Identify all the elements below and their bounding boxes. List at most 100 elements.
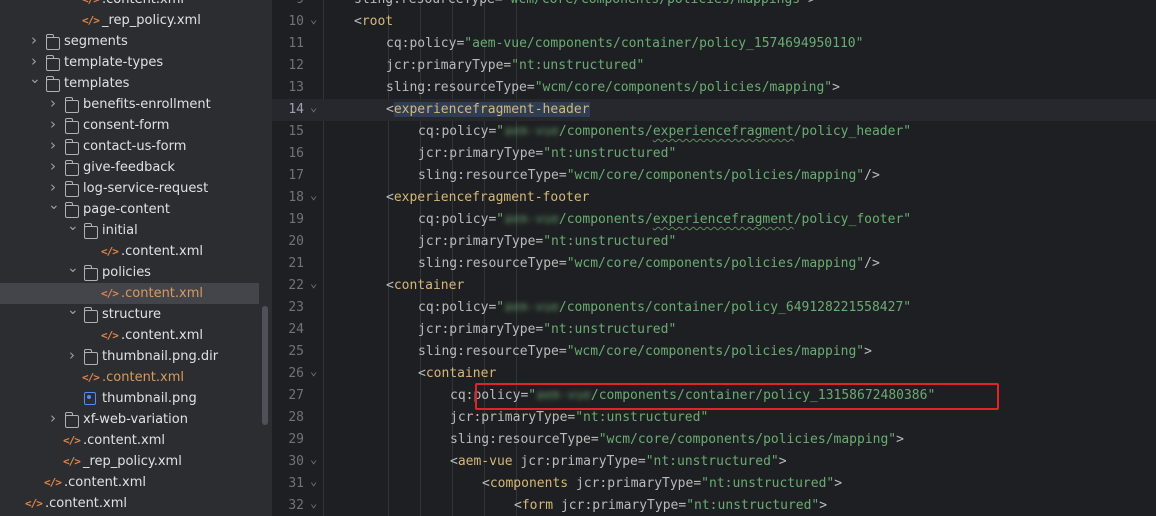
code-line[interactable]: 29 sling:resourceType="wcm/core/component… [272, 429, 1156, 451]
tree-file-row[interactable]: </>.content.xml [0, 325, 272, 346]
xml-attribute-value: experiencefragment [652, 124, 794, 139]
code-line[interactable]: 14 ⌄ <experiencefragment-header [272, 99, 1156, 121]
chevron-down-icon[interactable]: ⌄ [67, 258, 79, 279]
xml-file-icon: </> [63, 455, 81, 468]
tree-file-row[interactable]: </> _rep_policy.xml [0, 451, 272, 472]
code-line[interactable]: 13 sling:resourceType="wcm/core/component… [272, 77, 1156, 99]
code-line[interactable]: 18 ⌄ <experiencefragment-footer [272, 187, 1156, 209]
tree-file-row[interactable]: </>.content.xml [0, 472, 272, 493]
tree-item-label: template-types [64, 55, 164, 70]
xml-attribute: sling:resourceType= [418, 344, 567, 359]
chevron-right-icon[interactable]: › [48, 156, 58, 177]
xml-tag-name: form [521, 498, 554, 513]
tree-folder-row[interactable]: › consent-form [0, 115, 272, 136]
fold-chevron-icon[interactable]: ⌄ [310, 96, 317, 118]
tree-folder-row[interactable]: › thumbnail.png.dir [0, 346, 272, 367]
tree-folder-row[interactable]: › contact-us-form [0, 136, 272, 157]
tree-file-row[interactable]: </>.content.xml [0, 430, 272, 451]
tree-item-label: policies [102, 265, 151, 280]
xml-punctuation: > [778, 454, 787, 469]
tree-folder-row[interactable]: ⌄ page-content [0, 197, 272, 220]
sidebar-scrollbar[interactable] [262, 306, 268, 425]
fold-chevron-icon[interactable]: ⌄ [310, 184, 317, 206]
tree-folder-row[interactable]: ⌄ policies [0, 260, 272, 283]
code-line[interactable]: 12 jcr:primaryType="nt:unstructured" [272, 55, 1156, 77]
code-line[interactable]: 10 ⌄ <root [272, 11, 1156, 33]
code-line[interactable]: 19 cq:policy="aem-vue/components/experien… [272, 209, 1156, 231]
code-text: sling:resourceType="wcm/core/components/… [386, 77, 840, 99]
tree-file-row[interactable]: </>.content.xml [0, 0, 272, 10]
code-line[interactable]: 28 jcr:primaryType="nt:unstructured" [272, 407, 1156, 429]
tree-folder-row[interactable]: ⌄ templates [0, 71, 272, 94]
fold-chevron-icon[interactable]: ⌄ [310, 448, 317, 470]
tree-file-row[interactable]: </>.content.xml [0, 493, 272, 514]
fold-chevron-icon[interactable]: ⌄ [310, 492, 317, 514]
line-number: 21 [288, 256, 304, 271]
tree-item-label: .content.xml [64, 475, 147, 490]
code-line[interactable]: 17 sling:resourceType="wcm/core/component… [272, 165, 1156, 187]
tree-item-label: give-feedback [83, 160, 175, 175]
tree-folder-row[interactable]: › segments [0, 31, 272, 52]
xml-attribute: cq:policy= [418, 124, 497, 139]
fold-chevron-icon[interactable]: ⌄ [310, 272, 317, 294]
code-text: jcr:primaryType="nt:unstructured" [386, 55, 644, 77]
code-line[interactable]: 20 jcr:primaryType="nt:unstructured" [272, 231, 1156, 253]
code-line[interactable]: 22 ⌄ <container [272, 275, 1156, 297]
line-number: 15 [288, 124, 304, 139]
xml-punctuation: < [386, 278, 394, 293]
xml-tag-name: experiencefragment-header [393, 102, 590, 117]
xml-attribute: cq:policy= [386, 36, 465, 51]
code-line[interactable]: 9 sling:resourceType="wcm/core/components… [272, 0, 1156, 11]
line-number: 19 [288, 212, 304, 227]
chevron-down-icon[interactable]: ⌄ [29, 69, 41, 90]
xml-attribute-value: "wcm/core/components/policies/mapping" [566, 344, 865, 359]
chevron-right-icon[interactable]: › [48, 408, 58, 429]
chevron-right-icon[interactable]: › [48, 114, 58, 135]
tree-file-row[interactable]: thumbnail.png [0, 388, 272, 409]
tree-folder-row[interactable]: ⌄ initial [0, 218, 272, 241]
folder-icon [64, 97, 79, 113]
line-number: 9 [272, 0, 304, 11]
code-editor[interactable]: 9sling:resourceType="wcm/core/components… [272, 0, 1156, 516]
code-line[interactable]: 31 ⌄ <components jcr:primaryType="nt:unstr… [272, 473, 1156, 495]
tree-file-row[interactable]: </>.content.xml [0, 241, 272, 262]
line-number: 28 [288, 410, 304, 425]
code-line[interactable]: 30 ⌄ <aem-vue jcr:primaryType="nt:unstruct… [272, 451, 1156, 473]
xml-attribute-value: aem-vue [504, 300, 559, 315]
xml-punctuation: /> [864, 256, 880, 271]
tree-folder-row[interactable]: › give-feedback [0, 157, 272, 178]
xml-punctuation [568, 476, 576, 491]
code-line[interactable]: 26 ⌄ <container [272, 363, 1156, 385]
chevron-down-icon[interactable]: ⌄ [48, 195, 60, 216]
code-line[interactable]: 11 cq:policy="aem-vue/components/containe… [272, 33, 1156, 55]
code-line[interactable]: 16 jcr:primaryType="nt:unstructured" [272, 143, 1156, 165]
tree-folder-row[interactable]: › template-types [0, 52, 272, 73]
line-number: 31 [288, 476, 304, 491]
xml-attribute: jcr:primaryType= [418, 146, 544, 161]
code-line[interactable]: 24 jcr:primaryType="nt:unstructured" [272, 319, 1156, 341]
xml-punctuation: < [514, 498, 522, 513]
chevron-right-icon[interactable]: › [67, 345, 77, 366]
tree-folder-row[interactable]: › log-service-request [0, 178, 272, 199]
code-line[interactable]: 15 cq:policy="aem-vue/components/experien… [272, 121, 1156, 143]
code-text: jcr:primaryType="nt:unstructured" [450, 407, 708, 429]
tree-file-row[interactable]: </>.content.xml [0, 283, 259, 304]
chevron-down-icon[interactable]: ⌄ [67, 216, 79, 237]
tree-file-row[interactable]: </>.content.xml [0, 367, 272, 388]
fold-chevron-icon[interactable]: ⌄ [310, 470, 317, 492]
tree-folder-row[interactable]: ⌄ structure [0, 302, 272, 325]
tree-file-row[interactable]: </> _rep_policy.xml [0, 10, 272, 31]
chevron-right-icon[interactable]: › [29, 30, 39, 51]
code-line[interactable]: 25 sling:resourceType="wcm/core/component… [272, 341, 1156, 363]
tree-folder-row[interactable]: › xf-web-variation [0, 409, 272, 430]
tree-folder-row[interactable]: › benefits-enrollment [0, 94, 272, 115]
chevron-down-icon[interactable]: ⌄ [67, 300, 79, 321]
code-line[interactable]: 32 ⌄ <form jcr:primaryType="nt:unstructure… [272, 495, 1156, 516]
fold-chevron-icon[interactable]: ⌄ [310, 8, 317, 30]
fold-chevron-icon[interactable]: ⌄ [310, 360, 317, 382]
code-line[interactable]: 23 cq:policy="aem-vue/components/containe… [272, 297, 1156, 319]
chevron-right-icon[interactable]: › [48, 135, 58, 156]
code-line[interactable]: 21 sling:resourceType="wcm/core/component… [272, 253, 1156, 275]
xml-attribute: sling:resourceType= [386, 80, 535, 95]
chevron-right-icon[interactable]: › [48, 93, 58, 114]
